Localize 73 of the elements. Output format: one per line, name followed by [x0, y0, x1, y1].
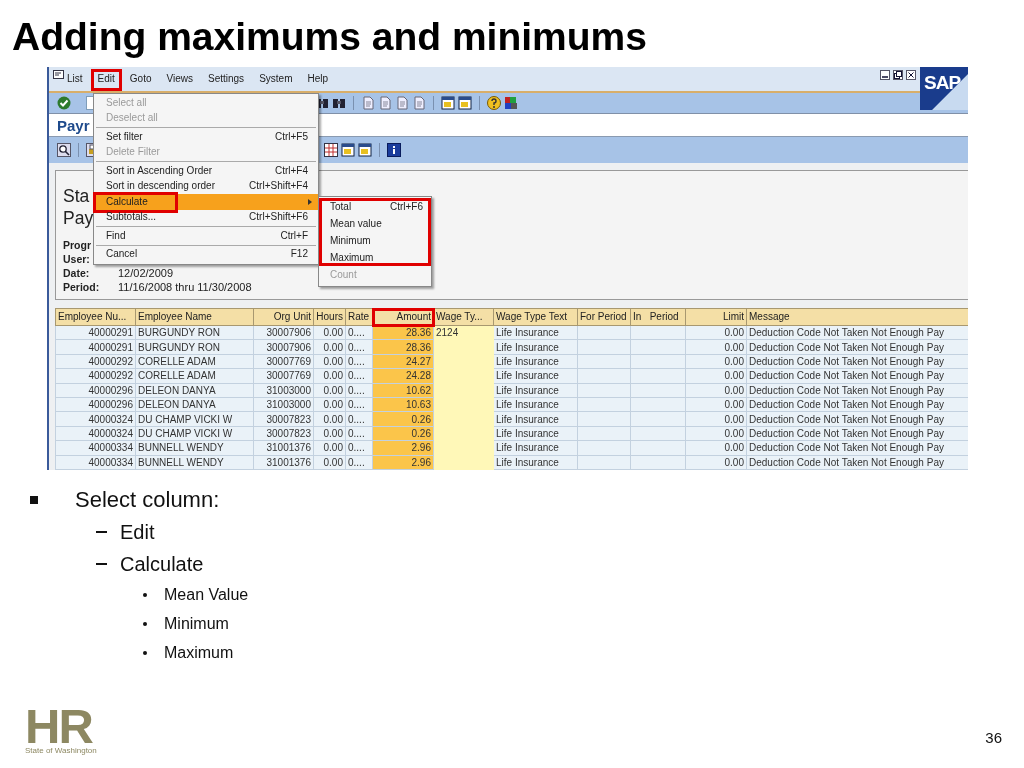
menu-item[interactable]: List [60, 69, 90, 91]
column-header[interactable]: Employee Name [135, 308, 254, 326]
page-icon[interactable] [395, 96, 409, 110]
menu-item[interactable]: Help [300, 69, 336, 91]
screen-title: Payr [57, 116, 90, 134]
report-heading: Sta [63, 185, 90, 207]
grid-icon[interactable] [324, 143, 338, 157]
column-header[interactable]: Wage Ty... [433, 308, 494, 326]
info-icon[interactable] [387, 143, 401, 157]
bullet-icon [30, 496, 38, 504]
column-header[interactable]: Employee Nu... [55, 308, 136, 326]
bullet-text: Edit [120, 520, 155, 544]
menu-item[interactable]: Calculate [94, 194, 318, 210]
bullet-text: Calculate [120, 552, 204, 576]
bullet-text: Mean Value [164, 585, 249, 604]
brand-logo: SAP [920, 67, 968, 110]
field-value: 12/02/2009 [118, 267, 174, 280]
slide-title: Adding maximums and minimums [12, 17, 647, 56]
submenu-arrow-icon [308, 199, 312, 205]
field-value: 11/16/2008 thru 11/30/2008 [118, 281, 252, 294]
column-header[interactable]: Wage Type Text [493, 308, 578, 326]
column-header[interactable]: Hours [313, 308, 346, 326]
binoculars-icon[interactable] [332, 96, 346, 110]
column-header[interactable]: Rate [345, 308, 373, 326]
page-number: 36 [985, 729, 1002, 746]
bullet-icon [143, 621, 147, 626]
page-icon[interactable] [361, 96, 375, 110]
close-icon[interactable] [906, 70, 916, 80]
menu-item[interactable]: Maximum [319, 249, 431, 266]
restore-icon[interactable] [893, 70, 903, 80]
menu-item[interactable]: Subtotals... Ctrl+Shift+F6 [94, 209, 318, 225]
bullet-icon [143, 592, 147, 597]
page-icon[interactable] [412, 96, 426, 110]
layout-icon[interactable] [504, 96, 518, 110]
field-label: Date: [63, 267, 90, 280]
column-header[interactable]: For Period [577, 308, 631, 326]
menu-item[interactable]: Views [159, 69, 200, 91]
menu-item[interactable]: System [252, 69, 300, 91]
menu-item[interactable]: Settings [201, 69, 252, 91]
bullet-icon [143, 650, 147, 655]
window-icon[interactable] [358, 143, 372, 157]
search-icon[interactable] [57, 143, 71, 157]
menu-item[interactable]: Cancel F12 [94, 246, 318, 262]
field-label: Progr [63, 239, 91, 252]
menu-item[interactable]: Sort in Ascending Order Ctrl+F4 [94, 163, 318, 179]
menu-item[interactable]: Find Ctrl+F [94, 228, 318, 244]
column-header[interactable]: Amount [372, 308, 434, 326]
menu-item[interactable]: Minimum [319, 232, 431, 249]
logo-caption: State of Washington [25, 746, 97, 756]
menu-item[interactable]: Total Ctrl+F6 [319, 198, 431, 215]
window-icon[interactable] [458, 96, 472, 110]
column-header[interactable]: Message [746, 308, 968, 326]
page-icon[interactable] [378, 96, 392, 110]
window-icon[interactable] [441, 96, 455, 110]
column-header[interactable]: Limit [685, 308, 747, 326]
bullet-text: Minimum [164, 614, 229, 633]
minimize-icon[interactable] [880, 70, 890, 80]
bullet-text: Select column: [75, 487, 220, 513]
window-icon[interactable] [341, 143, 355, 157]
menu-item[interactable]: Set filter Ctrl+F5 [94, 129, 318, 145]
column-header[interactable]: In Period [630, 308, 686, 326]
field-label: User: [63, 253, 90, 266]
system-menu-icon[interactable] [53, 70, 64, 79]
column-header[interactable]: Org Unit [253, 308, 314, 326]
logo-mark: HR [25, 706, 93, 746]
check-icon[interactable] [57, 96, 71, 110]
help-icon[interactable] [487, 96, 501, 110]
field-label: Period: [63, 281, 100, 294]
menu-item[interactable]: Mean value [319, 215, 431, 232]
menu-item[interactable]: Sort in descending order Ctrl+Shift+F4 [94, 178, 318, 194]
bullet-text: Maximum [164, 643, 234, 662]
report-heading: Pay [63, 207, 94, 229]
menu-item[interactable]: Goto [122, 69, 159, 91]
